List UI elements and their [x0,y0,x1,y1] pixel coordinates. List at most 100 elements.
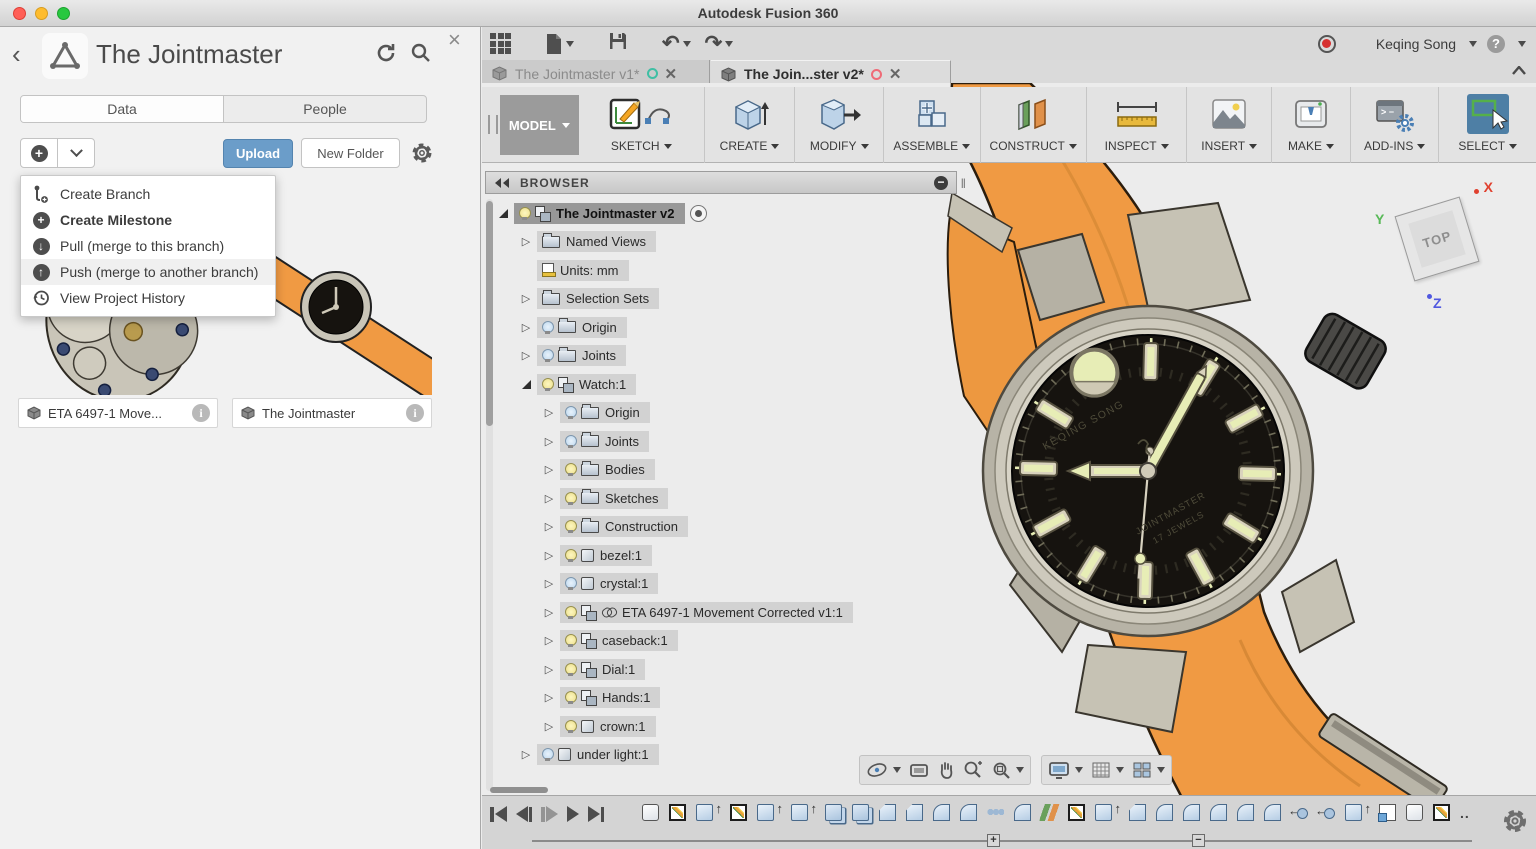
tree-row[interactable]: ▷ under light:1 [496,741,853,770]
chamfer-feature-icon[interactable] [1129,804,1146,821]
visibility-bulb-icon[interactable] [542,321,552,334]
menu-item-create-branch[interactable]: Create Branch [21,181,275,207]
sketch-feature-icon[interactable] [1068,804,1085,821]
visibility-bulb-icon[interactable] [565,406,575,419]
ribbon-group-construct[interactable]: CONSTRUCT [981,87,1087,163]
new-folder-button[interactable]: New Folder [301,138,400,168]
expand-node-icon[interactable]: ▷ [542,634,556,647]
tree-row[interactable]: The Jointmaster v2 [496,199,853,228]
browser-minimize-icon[interactable]: − [934,176,948,190]
visibility-bulb-icon[interactable] [565,720,575,733]
tree-node-pill[interactable]: Joints [560,431,649,452]
tree-row[interactable]: Watch:1 [496,370,853,399]
visibility-bulb-icon[interactable] [565,634,575,647]
expand-node-icon[interactable]: ▷ [542,520,556,533]
tree-row[interactable]: ▷ crystal:1 [496,570,853,599]
expand-node-icon[interactable]: ▷ [519,349,533,362]
tree-node-pill[interactable]: Sketches [560,488,668,509]
info-icon[interactable]: i [192,404,210,422]
combine-feature-icon[interactable] [825,804,842,821]
sketch-feature-icon[interactable] [669,804,686,821]
tree-row[interactable]: ▷Selection Sets [496,285,853,314]
user-dropdown-icon[interactable] [1469,41,1477,47]
tree-row[interactable]: ▷Named Views [496,228,853,257]
sketch-feature-icon[interactable] [730,804,747,821]
extrude-feature-icon[interactable] [696,804,713,821]
visibility-bulb-icon[interactable] [565,606,575,619]
tree-node-pill[interactable]: ETA 6497-1 Movement Corrected v1:1 [560,602,853,623]
tree-node-pill[interactable]: Origin [560,402,650,423]
expand-node-icon[interactable]: ▷ [542,577,556,590]
tree-node-pill[interactable]: Units: mm [537,260,629,281]
ribbon-group-select[interactable]: SELECT [1439,87,1536,163]
add-dropdown-button[interactable] [57,138,95,168]
expand-node-icon[interactable]: ▷ [519,321,533,334]
ribbon-group-sketch[interactable]: SKETCH [579,87,705,163]
tree-node-pill[interactable]: Joints [537,345,626,366]
tree-row[interactable]: Units: mm [496,256,853,285]
fillet-feature-icon[interactable] [1156,804,1173,821]
assemble-icon[interactable] [910,93,954,137]
scrubber-handle-minus[interactable]: − [1192,834,1205,847]
timeline-settings-gear-icon[interactable] [1502,808,1528,839]
step-back-icon[interactable] [516,806,533,822]
tree-row[interactable]: ▷ Origin [496,313,853,342]
browser-horizontal-scrollbar[interactable] [490,787,548,793]
fillet-feature-icon[interactable] [960,804,977,821]
file-menu-icon[interactable] [545,33,574,55]
close-tab-icon[interactable]: ✕ [889,65,902,83]
menu-item-pull[interactable]: ↓ Pull (merge to this branch) [21,233,275,259]
help-dropdown-icon[interactable] [1518,41,1526,47]
sketch-icon[interactable] [608,93,674,137]
record-icon[interactable] [1318,35,1336,53]
plane-feature-icon[interactable] [1040,804,1060,821]
ribbon-group-make[interactable]: MAKE [1272,87,1351,163]
ribbon-group-inspect[interactable]: INSPECT [1087,87,1187,163]
select-icon[interactable] [1465,93,1511,137]
expand-node-icon[interactable]: ▷ [542,606,556,619]
visibility-bulb-icon[interactable] [565,577,575,590]
ribbon-group-insert[interactable]: INSERT [1187,87,1272,163]
save-icon[interactable] [608,31,628,56]
toolbar-grip[interactable] [488,115,498,134]
tab-data[interactable]: Data [21,96,224,122]
ribbon-group-assemble[interactable]: ASSEMBLE [884,87,981,163]
undo-icon[interactable]: ↶ [662,34,691,54]
collapse-browser-icon[interactable] [494,177,510,189]
tree-row[interactable]: ▷caseback:1 [496,627,853,656]
zoom-icon[interactable] [963,760,983,780]
orbit-icon[interactable] [866,760,901,780]
extrude-feature-icon[interactable] [1095,804,1112,821]
back-icon[interactable]: ‹ [12,39,21,69]
redo-icon[interactable]: ↷ [705,34,734,54]
tree-node-pill[interactable]: crystal:1 [560,573,658,594]
tree-node-pill[interactable]: Origin [537,317,627,338]
extrude-feature-icon[interactable] [757,804,774,821]
box-feature-icon[interactable] [642,804,659,821]
visibility-bulb-icon[interactable] [565,492,575,505]
fillet-feature-icon[interactable] [1183,804,1200,821]
viewport-3d[interactable]: KEQING SONG JOINTMASTER 17 JEWELS BROWSE… [482,83,1536,795]
tree-node-pill[interactable]: Named Views [537,231,656,252]
fillet-feature-icon[interactable] [1237,804,1254,821]
collapse-node-icon[interactable] [496,209,510,218]
close-tab-icon[interactable]: ✕ [665,65,678,83]
tree-row[interactable]: ▷Joints [496,427,853,456]
visibility-bulb-icon[interactable] [542,378,552,391]
browser-resize-handle[interactable]: ‖ [961,176,966,191]
tree-node-pill[interactable]: Dial:1 [560,659,645,680]
tree-node-pill[interactable]: Hands:1 [560,687,660,708]
expand-node-icon[interactable]: ▷ [542,549,556,562]
tree-node-pill[interactable]: under light:1 [537,744,659,765]
viewcube-face[interactable]: TOP [1395,197,1480,282]
ribbon-group-addins[interactable]: > − ADD-INS [1351,87,1440,163]
visibility-bulb-icon[interactable] [565,549,575,562]
visibility-bulb-icon[interactable] [519,207,529,220]
expand-node-icon[interactable]: ▷ [519,748,533,761]
scrubber-handle-plus[interactable]: + [987,834,1000,847]
tree-node-pill[interactable]: bezel:1 [560,545,652,566]
tree-row[interactable]: ▷Sketches [496,484,853,513]
tree-node-pill[interactable]: Construction [560,516,688,537]
fillet-feature-icon[interactable] [1264,804,1281,821]
skip-to-start-icon[interactable] [490,806,507,822]
